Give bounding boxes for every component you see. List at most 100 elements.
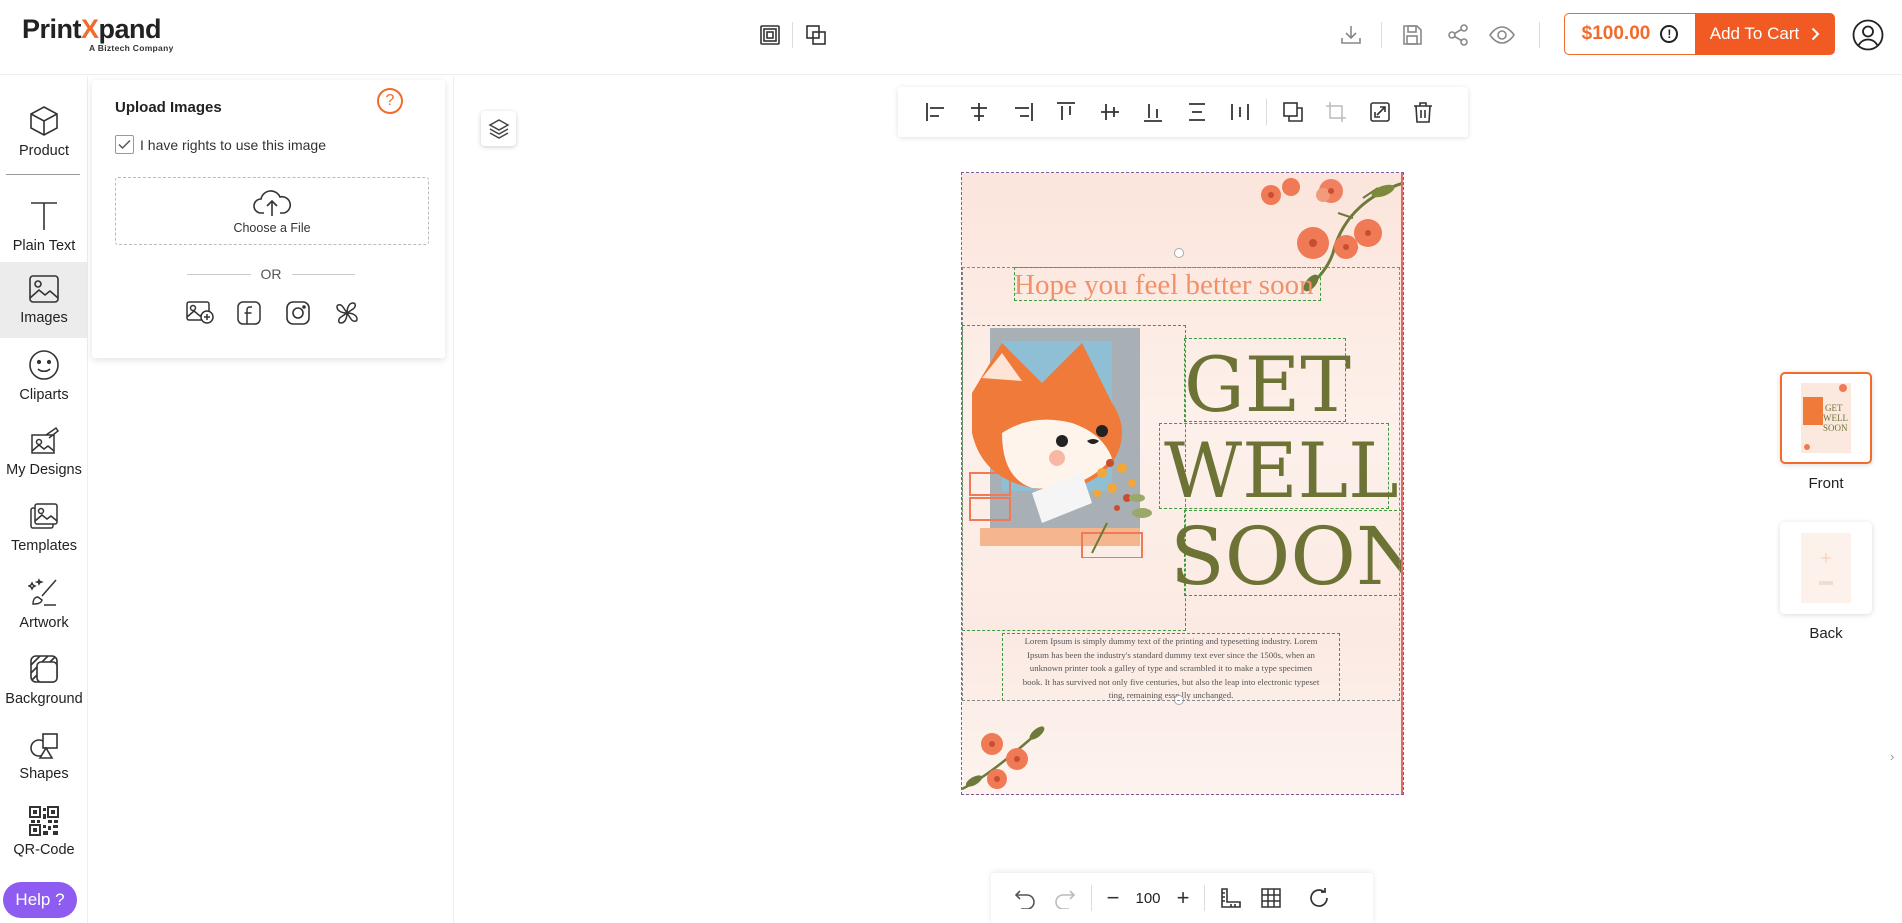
alignment-toolbar (898, 87, 1468, 137)
group-selection-box (962, 267, 1400, 701)
nav-item-my-designs[interactable]: My Designs (0, 414, 88, 490)
help-button[interactable]: Help ? (3, 882, 77, 918)
qr-code-icon (29, 806, 59, 836)
align-center-h-button[interactable] (958, 87, 1002, 137)
redo-icon (1055, 890, 1076, 909)
align-right-icon (1014, 103, 1033, 121)
bottom-controls: − 100 + (991, 873, 1373, 923)
ruler-icon (1221, 888, 1241, 908)
layers-button[interactable] (481, 111, 516, 146)
templates-icon (30, 503, 58, 529)
rights-checkbox-row[interactable]: I have rights to use this image (115, 135, 326, 154)
align-center-horizontal-icon (971, 103, 988, 121)
design-canvas[interactable]: Hope you feel better soon GET WELL SOON … (961, 172, 1404, 795)
zoom-in-button[interactable]: + (1168, 873, 1198, 923)
choose-file-dropzone[interactable]: Choose a File (115, 177, 429, 245)
layers-icon (487, 118, 510, 139)
nav-item-qr-code[interactable]: QR-Code (0, 794, 88, 870)
gallery-source-icon[interactable] (185, 298, 215, 328)
align-center-v-button[interactable] (1088, 87, 1132, 137)
download-icon[interactable] (1336, 20, 1366, 50)
refresh-icon (1310, 888, 1328, 907)
undo-button[interactable] (1005, 873, 1045, 923)
crop-icon (1326, 102, 1347, 122)
grid-icon (1261, 888, 1281, 908)
nav-item-templates[interactable]: Templates (0, 490, 88, 566)
image-icon (29, 275, 59, 303)
chevron-right-icon (1812, 27, 1820, 41)
distribute-vertical-icon (1188, 103, 1205, 121)
nav-item-artwork[interactable]: Artwork (0, 566, 88, 642)
duplicate-button[interactable] (1271, 87, 1315, 137)
shapes-icon (30, 733, 58, 759)
align-left-icon (925, 103, 944, 121)
rights-checkbox[interactable] (115, 135, 134, 154)
zoom-out-button[interactable]: − (1098, 873, 1128, 923)
svg-text:WELL: WELL (1823, 413, 1848, 423)
help-question-icon[interactable]: ? (377, 88, 403, 114)
align-left-button[interactable] (914, 87, 958, 137)
front-side-label: Front (1808, 475, 1844, 492)
save-icon[interactable] (1397, 20, 1427, 50)
expand-icon (1369, 102, 1390, 122)
zoom-level: 100 (1135, 889, 1161, 907)
printxpand-logo[interactable]: PrintXpand A Biztech Company (22, 14, 174, 53)
facebook-source-icon[interactable] (234, 298, 264, 328)
image-source-options (185, 298, 362, 328)
front-view-icon[interactable] (755, 20, 785, 50)
reset-button[interactable] (1299, 873, 1339, 923)
cube-icon (30, 106, 58, 136)
svg-text:SOON: SOON (1823, 423, 1848, 433)
back-side-thumbnail[interactable] (1780, 522, 1872, 614)
undo-icon (1014, 890, 1035, 909)
align-center-vertical-icon (1100, 104, 1119, 120)
align-top-button[interactable] (1045, 87, 1089, 137)
pinwheel-source-icon[interactable] (332, 298, 362, 328)
background-icon (30, 655, 58, 683)
user-account-icon[interactable] (1852, 19, 1884, 51)
upload-images-panel: Upload Images ? I have rights to use thi… (92, 80, 445, 358)
ruler-button[interactable] (1211, 873, 1251, 923)
left-tool-nav: Product Plain Text Images Cliparts My De… (0, 76, 88, 923)
crop-button[interactable] (1315, 87, 1359, 137)
nav-item-cliparts[interactable]: Cliparts (0, 338, 88, 414)
panel-title: Upload Images (115, 99, 222, 116)
front-side-thumbnail[interactable]: GET WELL SOON (1780, 372, 1872, 464)
designs-icon (31, 426, 60, 454)
align-bottom-button[interactable] (1132, 87, 1176, 137)
price-display[interactable]: $100.00 ! (1564, 13, 1696, 55)
checkmark-icon (118, 139, 131, 150)
rotate-handle[interactable] (1174, 248, 1184, 258)
distribute-horizontal-icon (1231, 104, 1250, 120)
align-right-button[interactable] (1001, 87, 1045, 137)
trash-icon (1414, 102, 1433, 123)
app-header: PrintXpand A Biztech Company $100.00 ! A… (0, 0, 1902, 75)
nav-item-plain-text[interactable]: Plain Text (0, 189, 88, 265)
redo-button[interactable] (1045, 873, 1085, 923)
back-thumbnail-preview (1801, 533, 1851, 603)
distribute-horizontal-button[interactable] (1219, 87, 1263, 137)
resize-button[interactable] (1358, 87, 1402, 137)
duplicate-icon (1282, 102, 1303, 122)
collapse-arrow-icon[interactable]: › (1890, 749, 1894, 764)
share-icon[interactable] (1443, 20, 1473, 50)
preview-eye-icon[interactable] (1487, 20, 1517, 50)
svg-text:GET: GET (1825, 403, 1843, 413)
text-icon (31, 202, 57, 230)
delete-button[interactable] (1402, 87, 1446, 137)
overlap-view-icon[interactable] (801, 20, 831, 50)
flower-decoration-bottom-left (962, 726, 1045, 791)
cloud-upload-icon (253, 189, 292, 216)
nav-item-images[interactable]: Images (0, 262, 88, 338)
price-info-icon[interactable]: ! (1660, 25, 1679, 43)
instagram-source-icon[interactable] (283, 298, 313, 328)
brush-icon (28, 578, 57, 606)
front-thumbnail-preview: GET WELL SOON (1801, 383, 1851, 453)
add-to-cart-button[interactable]: Add To Cart (1695, 13, 1835, 55)
nav-item-background[interactable]: Background (0, 642, 88, 718)
distribute-vertical-button[interactable] (1175, 87, 1219, 137)
grid-button[interactable] (1251, 873, 1291, 923)
smiley-icon (29, 350, 59, 380)
nav-item-shapes[interactable]: Shapes (0, 718, 88, 794)
nav-item-product[interactable]: Product (0, 94, 88, 170)
